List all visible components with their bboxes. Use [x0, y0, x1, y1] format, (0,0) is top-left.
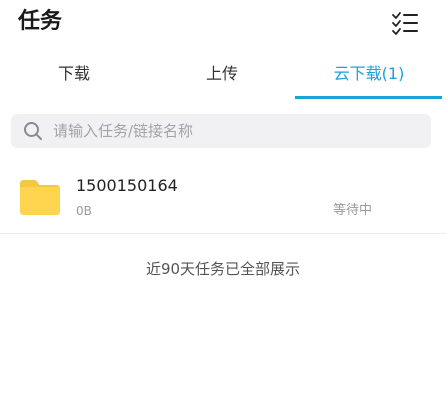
tab-bar: 下载 上传 云下载(1) [0, 52, 446, 100]
task-size: 0B [76, 204, 92, 218]
folder-icon [18, 178, 62, 216]
task-status: 等待中 [333, 203, 373, 218]
header: 任务 [0, 0, 446, 48]
task-name: 1500150164 [76, 176, 178, 195]
tab-upload[interactable]: 上传 [148, 52, 296, 98]
divider [0, 233, 446, 234]
task-row[interactable]: 1500150164 0B 等待中 [0, 162, 446, 234]
search-input[interactable] [53, 114, 413, 148]
tab-cloud-download[interactable]: 云下载(1) [296, 52, 442, 98]
page-title: 任务 [18, 9, 63, 34]
checklist-icon[interactable] [390, 10, 420, 36]
search-bar[interactable] [11, 114, 431, 148]
search-icon [23, 121, 43, 141]
task-history-note: 近90天任务已全部展示 [145, 260, 301, 278]
active-tab-indicator [295, 96, 442, 99]
tab-download[interactable]: 下载 [0, 52, 148, 98]
